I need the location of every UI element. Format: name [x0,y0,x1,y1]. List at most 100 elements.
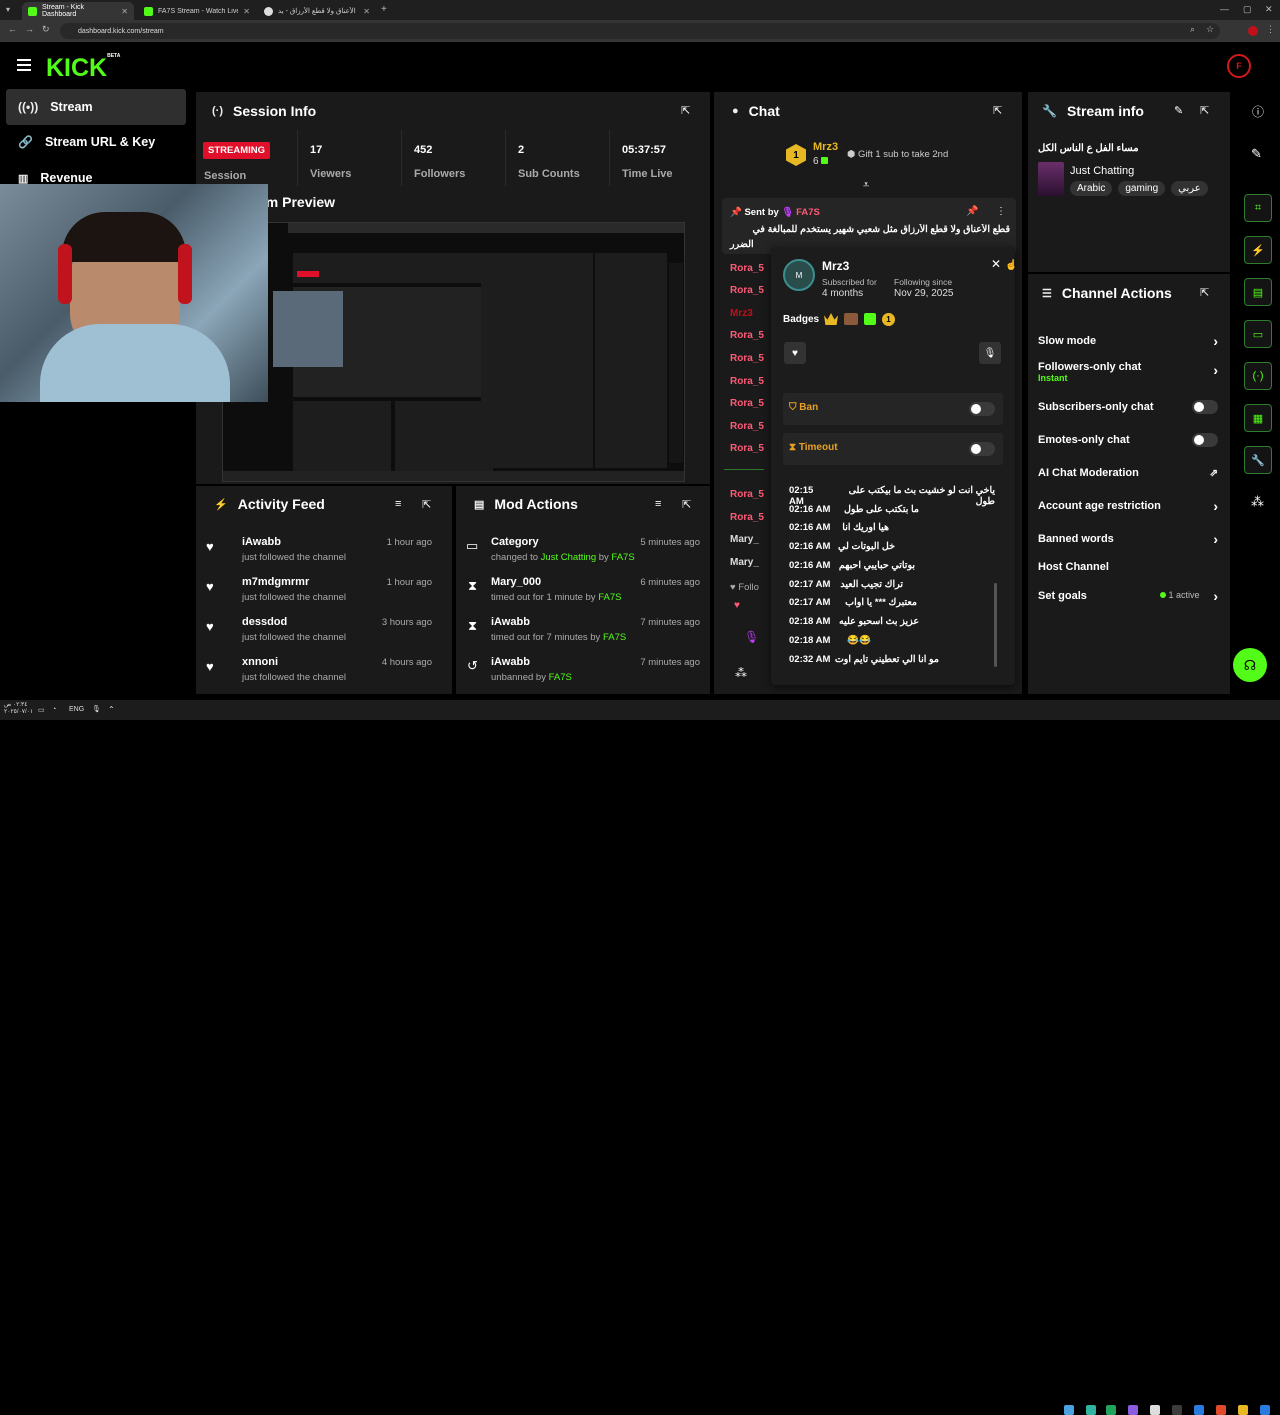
subscribers-only-toggle[interactable] [1192,400,1218,414]
tab-search-icon[interactable]: ▾ [6,5,10,14]
banned-words-row[interactable]: Banned words › [1038,529,1218,549]
slow-mode-row[interactable]: Slow mode › [1038,331,1218,351]
layout-icon[interactable]: ▦ [1244,404,1272,432]
windows-start-icon[interactable] [1260,1405,1270,1415]
chat-tray-icon[interactable]: ▭ [38,706,45,714]
ai-chat-moderation-row[interactable]: AI Chat Moderation ⇗ [1038,463,1218,483]
mic-icon[interactable]: 🎙 [744,630,759,644]
top-gifter-name[interactable]: Mrz3 [813,141,838,153]
subscribers-only-row[interactable]: Subscribers-only chat [1038,397,1218,417]
popout-icon[interactable]: ⇱ [682,498,691,511]
app-icon[interactable] [1150,1405,1160,1415]
chat-username[interactable]: Mrz3 [730,308,753,319]
app-icon[interactable] [1128,1405,1138,1415]
share-icon[interactable]: ⁂ [1251,494,1264,510]
address-bar[interactable]: dashboard.kick.com/stream [60,23,1220,39]
close-tab-icon[interactable]: ✕ [363,7,370,16]
chat-username[interactable]: Mary_ [730,534,759,545]
info-icon[interactable]: ⓘ [1252,103,1264,120]
document-icon[interactable]: ▤ [1244,278,1272,306]
chat-username[interactable]: Rora_5 [730,263,764,274]
chat-username[interactable]: Rora_5 [730,353,764,364]
chat-username[interactable]: Rora_5 [730,512,764,523]
chat-username[interactable]: Rora_5 [730,443,764,454]
maximize-icon[interactable]: ▢ [1243,4,1252,15]
host-channel-row[interactable]: Host Channel [1038,557,1218,577]
tag-chip[interactable]: gaming [1118,181,1166,196]
chat-bubble-icon[interactable]: ▭ [1244,320,1272,348]
scan-icon[interactable]: ⌗ [1244,194,1272,222]
profile-avatar-icon[interactable] [1248,26,1258,36]
chevron-up-icon[interactable]: ⌃ [108,705,115,714]
account-age-row[interactable]: Account age restriction › [1038,496,1218,516]
popout-icon[interactable]: ⇱ [1200,104,1209,117]
unpin-icon[interactable]: 📌 [966,206,978,217]
follow-heart-button[interactable]: ♥ [784,342,806,364]
chat-username[interactable]: Rora_5 [730,330,764,341]
emote-icon[interactable]: ⁂ [735,666,747,680]
timeout-toggle[interactable] [969,442,995,456]
close-tab-icon[interactable]: ✕ [243,7,250,16]
category-name[interactable]: Just Chatting [1070,165,1134,177]
support-headset-icon[interactable]: ☊ [1233,648,1267,682]
broadcast-icon[interactable]: (·) [1244,362,1272,390]
channel-avatar-icon[interactable]: F [1227,54,1251,78]
folder-icon[interactable] [1238,1405,1248,1415]
tag-chip[interactable]: Arabic [1070,181,1113,196]
followers-only-row[interactable]: Followers-only chat Instant › [1038,358,1218,386]
tab-kick-dashboard[interactable]: Stream - Kick Dashboard ✕ [22,2,134,20]
lightning-icon[interactable]: ⚡ [1244,236,1272,264]
timeout-row[interactable]: ⧗ Timeout [783,433,1003,465]
wrench-icon[interactable]: 🔧 [1244,446,1272,474]
hamburger-menu-icon[interactable] [17,59,31,71]
more-options-icon[interactable]: ⋮ [996,206,1006,217]
chat-username[interactable]: Rora_5 [730,285,764,296]
filter-icon[interactable]: ≡ [395,498,401,510]
wifi-icon[interactable]: ◔ [52,706,56,713]
chat-username[interactable]: Rora_5 [730,376,764,387]
app-icon[interactable] [1172,1405,1182,1415]
new-tab-icon[interactable]: + [381,4,387,15]
close-tab-icon[interactable]: ✕ [121,7,128,16]
emotes-only-row[interactable]: Emotes-only chat [1038,430,1218,450]
edge-icon[interactable] [1194,1405,1204,1415]
emotes-only-toggle[interactable] [1192,433,1218,447]
sidebar-item-stream-url-key[interactable]: 🔗 Stream URL & Key [6,124,186,160]
popout-icon[interactable]: ⇱ [422,498,431,511]
tab-fa7s-stream[interactable]: FA7S Stream - Watch Live on Ki ✕ [138,2,256,20]
set-goals-row[interactable]: Set goals 1 active › [1038,586,1218,606]
chat-username[interactable]: Mary_ [730,557,759,568]
tag-chip[interactable]: عربي [1171,181,1208,196]
chrome-icon[interactable] [1216,1405,1226,1415]
chat-username[interactable]: Rora_5 [730,489,764,500]
close-window-icon[interactable]: ✕ [1265,4,1273,15]
mod-action-button[interactable]: 🎙 [979,342,1001,364]
ban-toggle[interactable] [969,402,995,416]
collapse-icon[interactable]: ⩡ [863,179,869,192]
edit-pencil-icon[interactable]: ✎ [1174,104,1183,117]
chat-username[interactable]: Rora_5 [730,398,764,409]
tab-search-result[interactable]: قطع الأعناق ولا قطع الأرزاق - يد... ✕ [258,2,376,20]
kick-logo[interactable]: KICKBETA [46,53,120,83]
filter-icon[interactable]: ≡ [655,498,661,510]
ban-row[interactable]: ⛉ Ban [783,393,1003,425]
chat-username[interactable]: Rora_5 [730,421,764,432]
back-icon[interactable]: ← [8,24,17,34]
stream-preview-video[interactable] [222,222,685,482]
edit-pencil-icon[interactable]: ✎ [1251,146,1262,162]
popout-icon[interactable]: ⇱ [681,104,690,117]
reload-icon[interactable]: ↻ [42,24,50,35]
sidebar-item-stream[interactable]: ((•)) Stream [6,89,186,125]
language-indicator[interactable]: ENG [69,706,84,713]
browser-menu-icon[interactable]: ⋮ [1266,24,1275,35]
popout-icon[interactable]: ⇱ [993,104,1002,117]
app-icon[interactable] [1064,1405,1074,1415]
popout-icon[interactable]: ⇱ [1200,286,1209,299]
gift-prompt[interactable]: ⬢ Gift 1 sub to take 2nd [847,149,948,160]
mic-icon[interactable]: 🎙 [92,705,101,713]
zoom-icon[interactable]: ⌕ [1190,24,1195,35]
forward-icon[interactable]: → [25,24,34,34]
app-icon[interactable] [1086,1405,1096,1415]
app-icon[interactable] [1106,1405,1116,1415]
close-icon[interactable]: ✕ [991,257,1001,271]
